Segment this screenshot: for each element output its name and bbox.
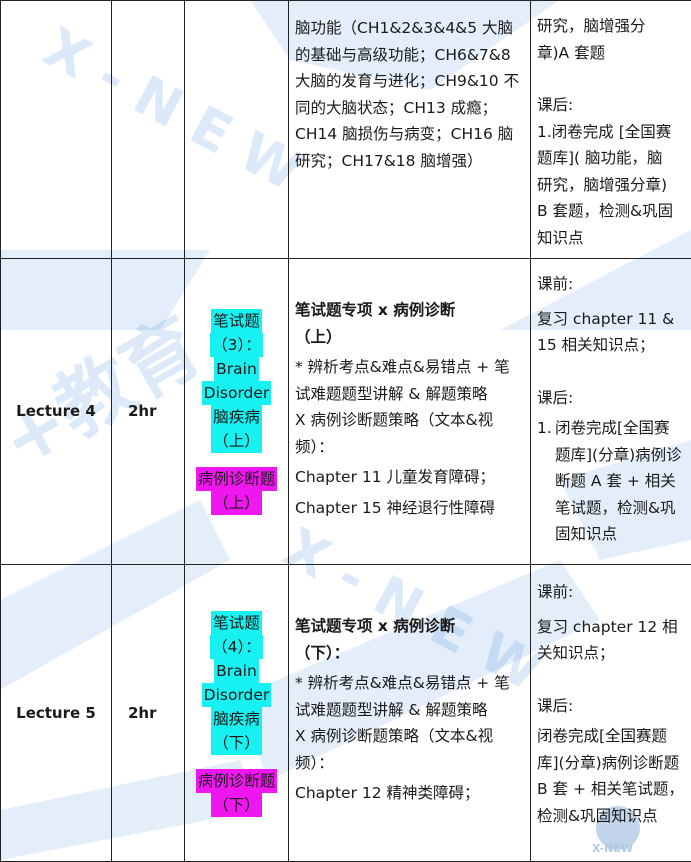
homework-line: 章)A 套题 xyxy=(537,40,685,67)
homework-line: B 套题，检测&巩固 xyxy=(537,198,685,225)
content-line: Chapter 11 儿童发育障碍； xyxy=(295,464,522,491)
pre-class-text: 复习 chapter 11 & 15 相关知识点； xyxy=(537,306,685,359)
content-subtitle: （下）： xyxy=(295,640,522,667)
content-line: X 病例诊断题策略（文本&视频）： xyxy=(295,723,522,776)
topic-line: （下） xyxy=(211,731,262,755)
lecture-cell xyxy=(1,1,112,259)
content-line: * 辨析考点&难点&易错点 + 笔试难题题型讲解 & 解题策略 xyxy=(295,354,522,407)
content-line: X 病例诊断题策略（文本&视频）： xyxy=(295,407,522,460)
topic-cell: 笔试题 （4）： Brain Disorder 脑疾病 （下） 病例诊断题 （下… xyxy=(185,565,289,862)
topic-line: 病例诊断题 xyxy=(196,769,278,793)
homework-line: 研究，脑增强分章) xyxy=(537,172,685,199)
pre-class-label: 课前: xyxy=(537,579,685,606)
homework-line: 题库]( 脑功能，脑 xyxy=(537,145,685,172)
post-class-text: 闭卷完成[全国赛题库](分章)病例诊断题 A 套 + 相关笔试题，检测&巩固知识… xyxy=(555,415,685,548)
lecture-cell: Lecture 4 xyxy=(1,259,112,565)
post-class-label: 课后: xyxy=(537,385,685,412)
homework-line: 研究，脑增强分 xyxy=(537,13,685,40)
post-class-label: 课后: xyxy=(537,693,685,720)
topic-line: （上） xyxy=(211,429,262,453)
topic-line: 笔试题 xyxy=(211,611,262,635)
content-cell: 笔试题专项 x 病例诊断 （上） * 辨析考点&难点&易错点 + 笔试难题题型讲… xyxy=(289,259,531,565)
schedule-table: 脑功能（CH1&2&3&4&5 大脑的基础与高级功能；CH6&7&8 大脑的发育… xyxy=(0,0,691,862)
content-line: Chapter 12 精神类障碍； xyxy=(295,780,522,807)
topic-line: （下） xyxy=(211,793,262,817)
post-class-label: 课后: xyxy=(537,92,685,119)
pre-class-text: 复习 chapter 12 相关知识点； xyxy=(537,614,685,667)
homework-cell: 课前: 复习 chapter 11 & 15 相关知识点； 课后: 1. 闭卷完… xyxy=(531,259,691,565)
topic-line: Disorder xyxy=(202,381,272,405)
content-title: 笔试题专项 x 病例诊断 xyxy=(295,297,522,324)
pre-class-label: 课前: xyxy=(537,271,685,298)
content-line: Chapter 15 神经退行性障碍 xyxy=(295,495,522,522)
table-row: Lecture 4 2hr 笔试题 （3）： Brain Disorder 脑疾… xyxy=(1,259,691,565)
homework-line: 1.闭卷完成 [全国赛 xyxy=(537,119,685,146)
post-class-item: 1. 闭卷完成[全国赛题库](分章)病例诊断题 A 套 + 相关笔试题，检测&巩… xyxy=(537,415,685,548)
homework-cell: 研究，脑增强分 章)A 套题 课后: 1.闭卷完成 [全国赛 题库]( 脑功能，… xyxy=(531,1,691,259)
list-number: 1. xyxy=(537,415,555,548)
post-class-text: 闭卷完成[全国赛题库](分章)病例诊断题 B 套 + 相关笔试题，检测&巩固知识… xyxy=(537,723,685,829)
topic-line: 笔试题 xyxy=(211,309,262,333)
topic-line: Brain xyxy=(214,357,259,381)
table-row: Lecture 5 2hr 笔试题 （4）： Brain Disorder 脑疾… xyxy=(1,565,691,862)
content-title: 笔试题专项 x 病例诊断 xyxy=(295,613,522,640)
content-cell: 脑功能（CH1&2&3&4&5 大脑的基础与高级功能；CH6&7&8 大脑的发育… xyxy=(289,1,531,259)
topic-line: （3）： xyxy=(210,333,263,357)
topic-line: Brain xyxy=(214,659,259,683)
homework-cell: 课前: 复习 chapter 12 相关知识点； 课后: 闭卷完成[全国赛题库]… xyxy=(531,565,691,862)
topic-line: Disorder xyxy=(202,683,272,707)
content-cell: 笔试题专项 x 病例诊断 （下）： * 辨析考点&难点&易错点 + 笔试难题题型… xyxy=(289,565,531,862)
topic-cell: 笔试题 （3）： Brain Disorder 脑疾病 （上） 病例诊断题 （上… xyxy=(185,259,289,565)
content-subtitle: （上） xyxy=(295,324,522,351)
duration-cell: 2hr xyxy=(112,565,185,862)
topic-line: 脑疾病 xyxy=(211,707,262,731)
content-line: * 辨析考点&难点&易错点 + 笔试难题题型讲解 & 解题策略 xyxy=(295,670,522,723)
content-text: 脑功能（CH1&2&3&4&5 大脑的基础与高级功能；CH6&7&8 大脑的发育… xyxy=(295,15,522,174)
duration-cell xyxy=(112,1,185,259)
topic-cell xyxy=(185,1,289,259)
duration-cell: 2hr xyxy=(112,259,185,565)
homework-line: 知识点 xyxy=(537,225,685,252)
topic-line: 脑疾病 xyxy=(211,405,262,429)
topic-line: （上） xyxy=(211,491,262,515)
topic-line: （4）： xyxy=(210,635,263,659)
table-row: 脑功能（CH1&2&3&4&5 大脑的基础与高级功能；CH6&7&8 大脑的发育… xyxy=(1,1,691,259)
lecture-cell: Lecture 5 xyxy=(1,565,112,862)
topic-line: 病例诊断题 xyxy=(196,467,278,491)
